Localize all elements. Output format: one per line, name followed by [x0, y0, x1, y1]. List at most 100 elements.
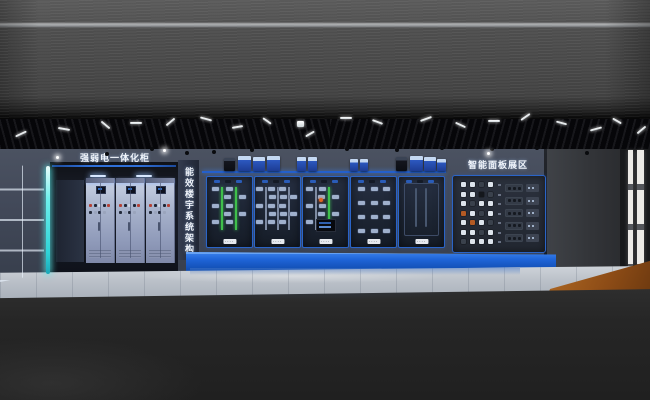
- module-button: [508, 237, 511, 240]
- riser-device: [319, 204, 326, 208]
- riser-device: [226, 204, 233, 208]
- track-spotlight: [395, 148, 399, 152]
- riser-device: [306, 187, 313, 191]
- riser-device: [318, 212, 325, 216]
- smart-panel-cell: [461, 230, 466, 235]
- smart-panel-cell: [470, 201, 475, 206]
- module-button: [513, 199, 516, 202]
- divider-dash: [498, 232, 501, 234]
- smart-panel-module: [505, 222, 523, 230]
- smart-panel-cell: [488, 211, 493, 216]
- door-seam: [160, 183, 161, 258]
- smart-panel-cell: [470, 182, 475, 187]
- shelf-device: [410, 156, 423, 171]
- indicator-light: [154, 204, 157, 207]
- riser-line: [265, 187, 267, 230]
- divider-dash: [498, 213, 501, 215]
- electrical-cabinet: [116, 178, 145, 263]
- smart-panel-cell: [488, 239, 493, 244]
- smart-panel-cell: [488, 192, 493, 197]
- riser-device: [279, 220, 286, 224]
- grid-device: [383, 215, 390, 219]
- schematic-panel-4: ····: [350, 176, 397, 248]
- divider-dash: [498, 241, 501, 243]
- smart-panel-cell: [479, 239, 484, 244]
- shelf-device: [424, 157, 436, 171]
- smart-panel-module: [505, 209, 523, 217]
- riser-device: [268, 204, 275, 208]
- smart-panel-cell: [470, 239, 475, 244]
- track-spotlight: [105, 152, 109, 156]
- top-bulkhead: [0, 0, 650, 119]
- riser-device: [332, 212, 339, 216]
- track-spotlight: [250, 148, 254, 152]
- shelf-device: [396, 157, 407, 171]
- riser-device: [268, 220, 275, 224]
- track-spotlight: [490, 147, 494, 151]
- smart-panel-module: [505, 184, 523, 192]
- track-spotlight: [185, 151, 189, 155]
- divider-dash: [498, 222, 501, 224]
- track-spotlight: [163, 149, 166, 152]
- grid-device: [383, 201, 390, 205]
- riser-device: [224, 212, 231, 216]
- exhibition-hall-render: 强弱电一体化柜 能效楼宇系统架构 ···· ···· ···· ···· ···…: [0, 0, 650, 400]
- shelf-device: [267, 156, 280, 171]
- grid-device: [383, 229, 390, 233]
- door-seam: [130, 183, 131, 258]
- smart-panel-cell: [461, 239, 466, 244]
- divider-dash: [498, 203, 501, 205]
- shelf-device: [297, 157, 306, 171]
- smart-panel-cell: [488, 230, 493, 235]
- module-button: [508, 224, 511, 227]
- video-wall-grid-column: [22, 160, 23, 282]
- smart-panel-cell: [461, 211, 466, 216]
- door-seam: [100, 183, 101, 258]
- smart-panel-cell: [470, 211, 475, 216]
- riser-line: [288, 187, 290, 230]
- riser-device: [226, 187, 233, 191]
- panel-label: ····: [367, 239, 380, 244]
- riser-line: [277, 187, 279, 230]
- riser-device: [279, 204, 286, 208]
- push-button: [119, 211, 122, 214]
- grid-device: [371, 229, 378, 233]
- smart-panel-cell: [461, 220, 466, 225]
- schematic-panel-5: ····: [398, 176, 445, 248]
- blank-door-outline: [404, 183, 439, 236]
- electrical-cabinet: [86, 178, 115, 263]
- riser-device: [290, 212, 297, 216]
- smart-panel-cell: [488, 182, 493, 187]
- riser-device: [212, 220, 219, 224]
- cabinet-display: [126, 186, 136, 194]
- smart-panel-cell: [479, 230, 484, 235]
- riser-device: [306, 204, 313, 208]
- module-button: [518, 199, 521, 202]
- panel-schematic: [255, 177, 300, 247]
- smart-panel-module: [505, 197, 523, 205]
- shelf-device: [253, 157, 265, 171]
- panel-top-chip: [380, 180, 386, 183]
- riser-device: [224, 195, 231, 199]
- smart-panel-cell: [470, 220, 475, 225]
- floor-reflection: [190, 268, 520, 275]
- smart-panel-cell: [488, 201, 493, 206]
- track-spotlight: [535, 146, 539, 150]
- smart-panel-module: [505, 234, 523, 242]
- indicator-light: [89, 204, 92, 207]
- ceiling-light: [130, 122, 142, 124]
- ceiling: [0, 119, 650, 152]
- indicator-light: [167, 204, 170, 207]
- shelf-glow-line: [202, 171, 446, 173]
- riser-device: [269, 195, 276, 199]
- smart-panel-cell: [461, 182, 466, 187]
- door-bar: [425, 188, 427, 227]
- panel-top-chip: [358, 180, 364, 183]
- shelf-device: [224, 158, 235, 171]
- smart-panel-cell: [479, 182, 484, 187]
- panel-label: ····: [271, 239, 284, 244]
- smart-panel-cell: [461, 201, 466, 206]
- smart-panel-cell: [479, 192, 484, 197]
- indicator-light: [119, 204, 122, 207]
- riser-device: [306, 220, 313, 224]
